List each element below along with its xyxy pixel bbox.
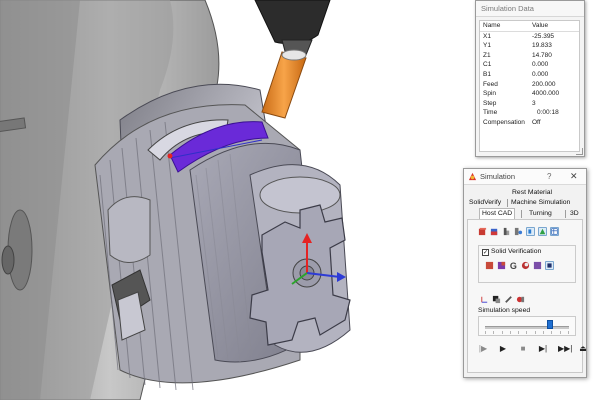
cube-blue-icon[interactable] [490, 227, 499, 236]
row-value: 14.780 [532, 51, 552, 59]
eject-button[interactable]: ⏏ [578, 344, 588, 353]
toolpath-icon[interactable] [514, 227, 523, 236]
simulation-speed-box [478, 316, 576, 336]
play-button[interactable]: ▶ [498, 344, 508, 353]
display-mode-icon[interactable] [545, 261, 554, 270]
dialog-title: Simulation [480, 172, 516, 181]
table-row: X1 -25.395 [480, 32, 579, 42]
table-row: Step 3 [480, 99, 579, 109]
tool-holder-icon[interactable] [502, 227, 511, 236]
axis-icon[interactable] [480, 295, 489, 304]
display-toolbar [478, 227, 559, 236]
tab-solidverify[interactable]: SolidVerify [469, 198, 501, 207]
row-name: Spin [483, 90, 497, 98]
tab-3d[interactable]: 3D [570, 209, 579, 218]
row-value: 0.000 [532, 61, 549, 69]
row-name: Feed [483, 80, 498, 88]
tab-machine-simulation[interactable]: Machine Simulation [511, 198, 570, 207]
tab-turning[interactable]: Turning [529, 209, 552, 218]
tab-row-2: SolidVerify Machine Simulation [467, 198, 581, 207]
verification-toolbar: G [485, 261, 554, 270]
tab-separator [507, 199, 508, 207]
solid-verification-label: Solid Verification [491, 248, 542, 255]
machine-icon[interactable] [526, 227, 535, 236]
close-button[interactable]: ✕ [570, 169, 578, 184]
copy-icon[interactable] [492, 295, 501, 304]
solid-verification-group: ✓ Solid Verification G [478, 245, 576, 283]
table-row: Feed 200.000 [480, 80, 579, 90]
data-table-icon[interactable] [550, 227, 559, 236]
gouge-check-icon[interactable]: G [509, 261, 518, 270]
host-cad-panel: ✓ Solid Verification G Simulation speed [467, 219, 587, 373]
color-icon[interactable] [533, 261, 542, 270]
simulation-data-title: Simulation Data [476, 1, 584, 17]
simulation-data-table: Name Value X1 -25.395 Y1 19.833 Z1 14.780 C… [479, 20, 580, 152]
simulation-data-window: Simulation Data Name Value X1 -25.395 Y1 1… [475, 0, 585, 157]
simulation-dialog: Simulation ? ✕ Rest Material SolidVerify… [463, 168, 587, 378]
resize-grip[interactable] [576, 148, 583, 155]
row-value: 19.833 [532, 42, 552, 50]
tab-host-cad[interactable]: Host CAD [479, 208, 516, 219]
help-button[interactable]: ? [547, 169, 551, 184]
fast-forward-button[interactable]: ▶▶| [558, 344, 572, 353]
edit-icon[interactable] [504, 295, 513, 304]
row-value: 0.000 [532, 70, 549, 78]
tool-holder [254, 0, 331, 45]
step-forward-button[interactable]: ▶| [538, 344, 548, 353]
row-name: Compensation [483, 118, 525, 126]
speed-slider-track[interactable] [485, 326, 569, 329]
tab-row-3: Host CAD Turning 3D [467, 208, 581, 219]
simulation-titlebar[interactable]: Simulation ? ✕ [464, 169, 586, 185]
app-icon [468, 172, 477, 181]
stock-purple-icon[interactable] [497, 261, 506, 270]
table-row: C1 0.000 [480, 60, 579, 70]
tools-icon[interactable] [516, 295, 525, 304]
row-name: Z1 [483, 51, 491, 59]
table-row: Spin 4000.000 [480, 89, 579, 99]
row-value: Off [532, 118, 541, 126]
tab-row-1: Rest Material [467, 188, 581, 197]
row-value: 4000.000 [532, 90, 560, 98]
row-name: C1 [483, 61, 492, 69]
table-header: Name Value [480, 21, 579, 32]
header-value: Value [532, 22, 549, 29]
warning-triangle-icon[interactable] [538, 227, 547, 236]
row-name: X1 [483, 32, 491, 40]
row-value: 3 [532, 99, 536, 107]
tab-rest-material[interactable]: Rest Material [512, 188, 552, 197]
compare-icon[interactable] [521, 261, 530, 270]
row-name: Y1 [483, 42, 491, 50]
header-name: Name [483, 22, 501, 29]
stop-button[interactable]: ■ [518, 344, 528, 353]
pocket-oval [107, 196, 151, 263]
row-name: Step [483, 99, 497, 107]
table-row: Compensation Off [480, 118, 579, 128]
row-name: Time [483, 109, 498, 117]
row-value: 200.000 [532, 80, 556, 88]
stock-red-icon[interactable] [485, 261, 494, 270]
cube-red-icon[interactable] [478, 227, 487, 236]
table-row: Y1 19.833 [480, 41, 579, 51]
table-row: Time 0:00:18 [480, 108, 579, 118]
row-value: -25.395 [532, 32, 555, 40]
step-back-button[interactable]: |▶ [478, 344, 488, 353]
tab-separator [565, 210, 566, 218]
speed-ticks [485, 331, 569, 334]
playback-toolbar: |▶ ▶ ■ ▶| ▶▶| ⏏ [478, 344, 588, 353]
speed-slider-thumb[interactable] [546, 320, 553, 329]
row-name: B1 [483, 70, 491, 78]
simulation-speed-label: Simulation speed [478, 307, 531, 314]
table-row: B1 0.000 [480, 70, 579, 80]
cutting-tool [261, 51, 307, 119]
row-value: 0:00:18 [537, 109, 559, 117]
solid-verification-checkbox[interactable]: ✓ [482, 249, 489, 256]
options-toolbar [480, 295, 525, 304]
table-row: Z1 14.780 [480, 51, 579, 61]
tab-separator [521, 210, 522, 218]
svg-text:G: G [510, 261, 517, 270]
